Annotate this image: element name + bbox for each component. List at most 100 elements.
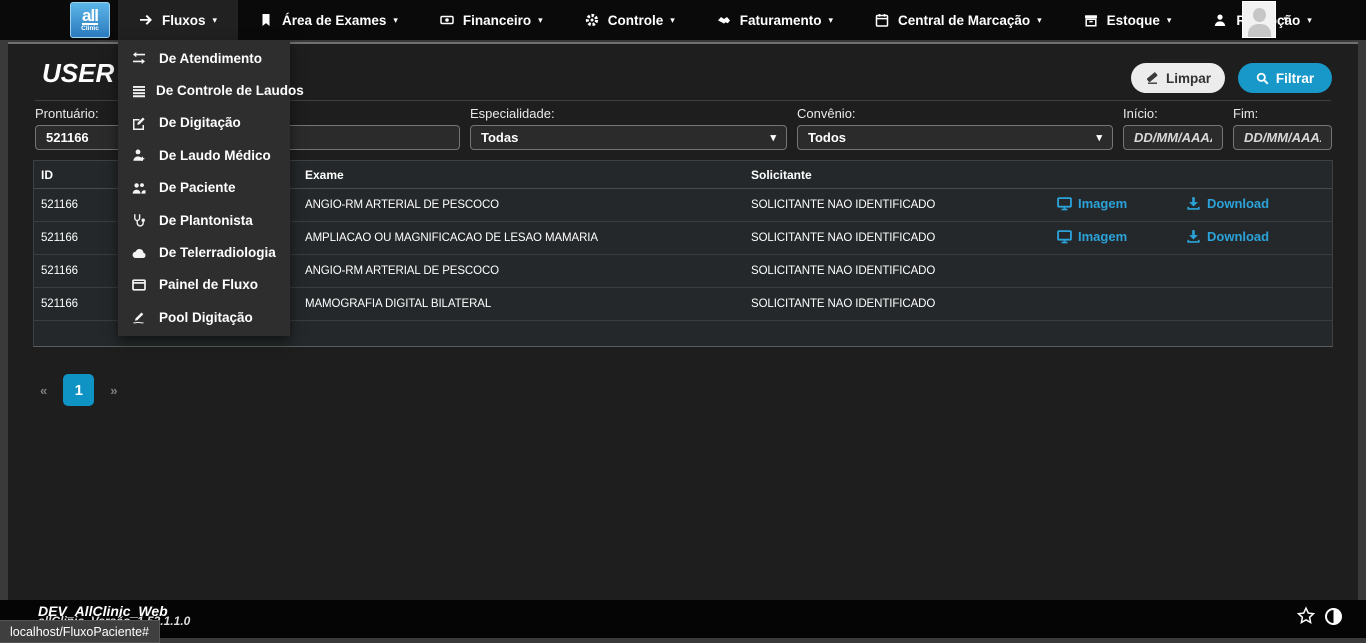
archive-icon: [1084, 13, 1099, 27]
menu-item-label: De Digitação: [159, 115, 241, 130]
cell-id: 521166: [41, 199, 78, 211]
chevron-down-icon: ▾: [393, 15, 398, 26]
search-icon: [1256, 72, 1269, 85]
cell-id: 521166: [41, 298, 78, 310]
menu-item-label: De Paciente: [159, 180, 236, 195]
download-link[interactable]: Download: [1186, 196, 1269, 211]
pagination-next[interactable]: »: [110, 383, 117, 398]
especialidade-select[interactable]: Todas ▾: [470, 125, 787, 150]
nav-item-fluxos[interactable]: Fluxos▾: [118, 0, 238, 40]
nav-item-financeiro[interactable]: Financeiro ▾: [419, 0, 564, 40]
menu-item-label: De Plantonista: [159, 213, 253, 228]
desktop-icon: [1057, 196, 1072, 211]
nav-item-label: Área de Exames: [282, 13, 386, 28]
menu-item-label: Painel de Fluxo: [159, 277, 258, 292]
cloud-icon: [132, 245, 149, 260]
contrast-icon[interactable]: [1325, 608, 1342, 625]
nav-item-label: Central de Marcação: [898, 13, 1030, 28]
convenio-select[interactable]: Todos ▾: [797, 125, 1113, 150]
especialidade-value: Todas: [481, 130, 518, 145]
signature-icon: [132, 310, 149, 325]
prontuario-label: Prontuário:: [35, 106, 99, 121]
nav-item-label: Financeiro: [463, 13, 531, 28]
menu-item-label: De Telerradiologia: [159, 245, 276, 260]
filter-button[interactable]: Filtrar: [1238, 63, 1332, 93]
chevron-down-icon: ▾: [1307, 15, 1312, 26]
column-header-solicitante: Solicitante: [751, 168, 812, 182]
inicio-date-input[interactable]: [1123, 125, 1223, 150]
stethoscope-icon: [132, 213, 149, 228]
nav-item-faturamento[interactable]: Faturamento▾: [696, 0, 854, 40]
fim-date-input[interactable]: [1233, 125, 1332, 150]
doctor-icon: [132, 148, 149, 163]
imagem-link[interactable]: Imagem: [1057, 229, 1127, 244]
footer: DEV_AllClinic_Web allClinic_Versão_1.52.…: [0, 600, 1366, 638]
user-menu[interactable]: ▾: [1242, 1, 1288, 38]
menu-item-de-laudo-medico[interactable]: De Laudo Médico: [118, 139, 290, 171]
exchange-icon: [132, 51, 149, 66]
menu-item-de-paciente[interactable]: De Paciente: [118, 172, 290, 204]
convenio-value: Todos: [808, 130, 846, 145]
bookmark-icon: [259, 13, 274, 27]
download-link[interactable]: Download: [1186, 229, 1269, 244]
logo-text: all: [82, 8, 98, 25]
menu-item-label: De Controle de Laudos: [156, 83, 304, 98]
imagem-link[interactable]: Imagem: [1057, 196, 1127, 211]
especialidade-label: Especialidade:: [470, 106, 555, 121]
list-icon: [132, 83, 146, 98]
user-avatar: [1242, 1, 1276, 38]
gear-icon: [585, 13, 600, 27]
patients-icon: [132, 180, 149, 195]
fim-label: Fim:: [1233, 106, 1258, 121]
cell-solicitante: SOLICITANTE NAO IDENTIFICADO: [751, 199, 935, 211]
cell-solicitante: SOLICITANTE NAO IDENTIFICADO: [751, 265, 935, 277]
pagination-page-1[interactable]: 1: [63, 374, 94, 406]
menu-item-de-digitacao[interactable]: De Digitação: [118, 107, 290, 139]
column-header-exame: Exame: [305, 168, 344, 182]
pagination-prev[interactable]: «: [40, 383, 47, 398]
chevron-down-icon: ▾: [1283, 14, 1288, 25]
cell-id: 521166: [41, 232, 78, 244]
menu-item-de-telerradiologia[interactable]: De Telerradiologia: [118, 236, 290, 268]
chevron-down-icon: ▾: [670, 15, 675, 26]
chevron-down-icon: ▾: [1096, 131, 1102, 144]
desktop-icon: [1057, 229, 1072, 244]
nav-item-central-de-marcacao[interactable]: Central de Marcação▾: [854, 0, 1063, 40]
star-icon[interactable]: [1296, 606, 1316, 626]
menu-item-pool-digitacao[interactable]: Pool Digitação: [118, 301, 290, 333]
cell-solicitante: SOLICITANTE NAO IDENTIFICADO: [751, 298, 935, 310]
top-navbar: all Clinic Fluxos▾Área de Exames▾Finance…: [0, 0, 1366, 40]
download-icon: [1186, 196, 1201, 211]
fluxos-dropdown-menu: De AtendimentoDe Controle de Laudos De Di…: [118, 40, 290, 336]
edit-icon: [132, 115, 149, 130]
cell-exame: ANGIO-RM ARTERIAL DE PESCOCO: [305, 199, 499, 211]
menu-item-painel-de-fluxo[interactable]: Painel de Fluxo: [118, 269, 290, 301]
nav-item-estoque[interactable]: Estoque ▾: [1063, 0, 1193, 40]
menu-item-de-controle-de-laudos[interactable]: De Controle de Laudos: [118, 74, 290, 106]
main-menu: Fluxos▾Área de Exames▾Financeiro▾Control…: [118, 0, 1333, 40]
nav-item-area-de-exames[interactable]: Área de Exames ▾: [238, 0, 419, 40]
nav-item-label: Controle: [608, 13, 664, 28]
menu-item-de-atendimento[interactable]: De Atendimento: [118, 42, 290, 74]
user-icon: [1213, 13, 1228, 27]
column-header-id: ID: [41, 168, 53, 182]
cell-solicitante: SOLICITANTE NAO IDENTIFICADO: [751, 232, 935, 244]
clear-button-label: Limpar: [1166, 71, 1211, 86]
chevron-down-icon: ▾: [538, 15, 543, 26]
clear-button[interactable]: Limpar: [1131, 63, 1225, 93]
handshake-icon: [717, 13, 732, 27]
cell-exame: MAMOGRAFIA DIGITAL BILATERAL: [305, 298, 491, 310]
menu-item-de-plantonista[interactable]: De Plantonista: [118, 204, 290, 236]
filter-button-label: Filtrar: [1276, 71, 1314, 86]
nav-item-controle[interactable]: Controle ▾: [564, 0, 696, 40]
eraser-icon: [1145, 71, 1159, 85]
nav-item-label: Fluxos: [162, 13, 206, 28]
menu-item-label: Pool Digitação: [159, 310, 253, 325]
money-icon: [440, 13, 455, 27]
chevron-down-icon: ▾: [770, 131, 776, 144]
chevron-down-icon: ▾: [1167, 15, 1172, 26]
cell-exame: AMPLIACAO OU MAGNIFICACAO DE LESAO MAMAR…: [305, 232, 598, 244]
convenio-label: Convênio:: [797, 106, 856, 121]
allclinic-logo[interactable]: all Clinic: [70, 2, 110, 38]
nav-item-label: Estoque: [1107, 13, 1160, 28]
